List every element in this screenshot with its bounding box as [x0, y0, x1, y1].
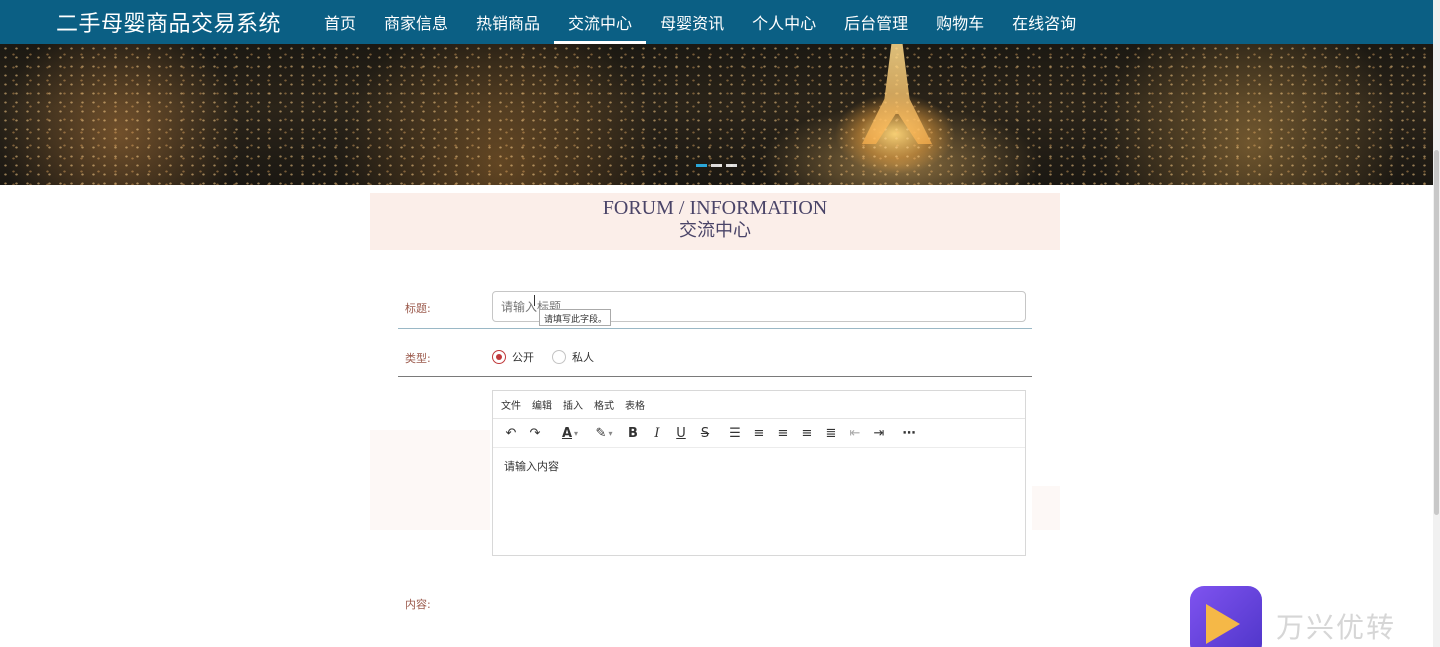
fade-overlay-left: [370, 430, 490, 530]
section-title-cn: 交流中心: [679, 220, 751, 241]
banner-pagination: [696, 164, 737, 167]
underline-icon[interactable]: U: [669, 422, 693, 444]
main-nav: 首页 商家信息 热销商品 交流中心 母婴资讯 个人中心 后台管理 购物车 在线咨…: [310, 0, 1090, 44]
strikethrough-icon[interactable]: S: [693, 422, 717, 444]
section-header: FORUM / INFORMATION 交流中心: [370, 193, 1060, 250]
nav-item-merchants[interactable]: 商家信息: [370, 0, 462, 44]
play-icon: [1206, 604, 1240, 644]
content-label: 内容:: [405, 598, 431, 611]
text-color-button[interactable]: A ▾: [553, 422, 587, 444]
banner-dot-1[interactable]: [696, 164, 707, 167]
nav-item-hot-products[interactable]: 热销商品: [462, 0, 554, 44]
undo-icon[interactable]: ↶: [499, 422, 523, 444]
page-scrollbar[interactable]: [1433, 0, 1440, 647]
title-label: 标题:: [405, 302, 431, 315]
highlight-icon: ✎: [595, 425, 607, 441]
type-label: 类型:: [405, 352, 431, 365]
fade-overlay-right: [1032, 486, 1060, 530]
nav-item-consult[interactable]: 在线咨询: [998, 0, 1090, 44]
validation-tooltip: 请填写此字段。: [539, 309, 611, 326]
nav-item-home[interactable]: 首页: [310, 0, 370, 44]
title-row-divider: [398, 328, 1032, 329]
section-title-en: FORUM / INFORMATION: [602, 197, 828, 219]
editor-placeholder: 请输入内容: [504, 460, 559, 473]
scrollbar-thumb[interactable]: [1434, 150, 1439, 515]
nav-item-admin[interactable]: 后台管理: [830, 0, 922, 44]
align-right-icon[interactable]: ≡: [795, 422, 819, 444]
editor-menu-edit[interactable]: 编辑: [532, 397, 552, 412]
text-color-icon: A: [561, 425, 573, 441]
bold-icon[interactable]: B: [621, 422, 645, 444]
align-center-icon[interactable]: ≡: [771, 422, 795, 444]
radio-private[interactable]: [552, 350, 566, 364]
type-row-divider: [398, 376, 1032, 377]
more-icon[interactable]: ⋯: [897, 422, 921, 444]
editor-menu-format[interactable]: 格式: [594, 397, 614, 412]
watermark-text: 万兴优转: [1276, 611, 1397, 644]
rich-text-editor: 文件 编辑 插入 格式 表格 ↶ ↷ A ▾ ✎ ▾ B I U S ☰ ≡ ≡ ≡…: [492, 390, 1026, 556]
editor-menu-insert[interactable]: 插入: [563, 397, 583, 412]
site-brand[interactable]: 二手母婴商品交易系统: [56, 6, 281, 38]
hero-banner: [0, 44, 1433, 185]
radio-public[interactable]: [492, 350, 506, 364]
banner-dot-3[interactable]: [726, 164, 737, 167]
line-height-icon[interactable]: ☰: [723, 422, 747, 444]
outdent-icon[interactable]: ⇤: [843, 422, 867, 444]
editor-toolbar: ↶ ↷ A ▾ ✎ ▾ B I U S ☰ ≡ ≡ ≡ ≣ ⇤ ⇥ ⋯: [493, 419, 1025, 448]
align-justify-icon[interactable]: ≣: [819, 422, 843, 444]
banner-dot-2[interactable]: [711, 164, 722, 167]
indent-icon[interactable]: ⇥: [867, 422, 891, 444]
nav-item-forum[interactable]: 交流中心: [554, 0, 647, 44]
highlight-button[interactable]: ✎ ▾: [587, 422, 621, 444]
radio-private-label[interactable]: 私人: [572, 349, 594, 365]
redo-icon[interactable]: ↷: [523, 422, 547, 444]
align-left-icon[interactable]: ≡: [747, 422, 771, 444]
radio-public-label[interactable]: 公开: [512, 349, 534, 365]
editor-content-area[interactable]: 请输入内容: [493, 448, 1025, 484]
editor-menu-file[interactable]: 文件: [501, 397, 521, 412]
editor-menu-table[interactable]: 表格: [625, 397, 645, 412]
nav-item-news[interactable]: 母婴资讯: [646, 0, 738, 44]
top-navbar: 二手母婴商品交易系统 首页 商家信息 热销商品 交流中心 母婴资讯 个人中心 后…: [0, 0, 1433, 44]
editor-menubar: 文件 编辑 插入 格式 表格: [493, 391, 1025, 419]
chevron-down-icon: ▾: [608, 428, 613, 438]
type-radio-group: 公开 私人: [492, 349, 612, 365]
nav-item-profile[interactable]: 个人中心: [738, 0, 830, 44]
italic-icon[interactable]: I: [645, 422, 669, 444]
text-cursor: [534, 295, 535, 306]
nav-item-cart[interactable]: 购物车: [922, 0, 998, 44]
chevron-down-icon: ▾: [574, 428, 579, 438]
